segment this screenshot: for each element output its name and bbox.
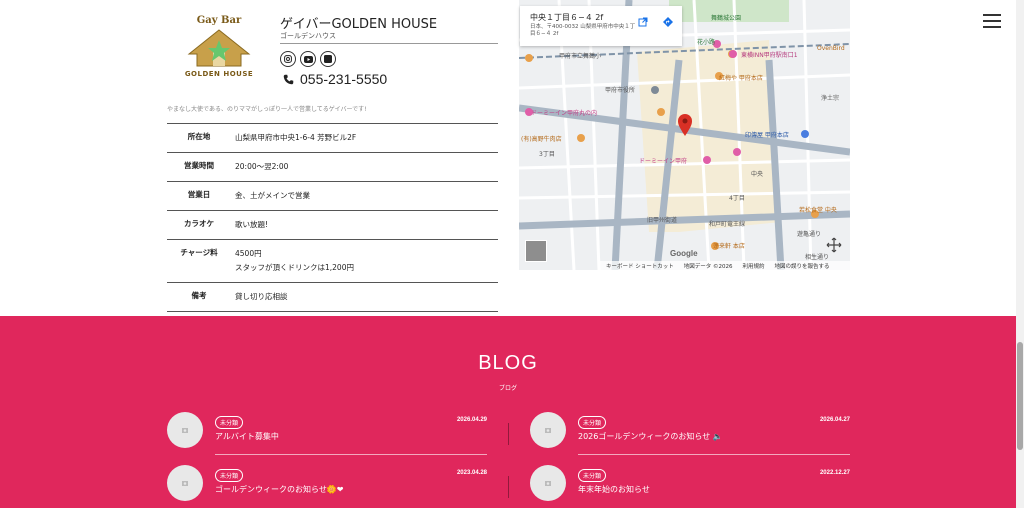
info-row-charge: チャージ料 4500円 スタッフが頂くドリンクは1,200円	[167, 240, 498, 283]
fullscreen-icon[interactable]	[826, 237, 842, 253]
post-thumbnail	[530, 465, 566, 501]
logo-text-bottom: GOLDEN HOUSE	[185, 70, 253, 78]
page: Gay Bar GOLDEN HOUSE ゲイバーGOLDEN HOUSE ゴー…	[0, 0, 1024, 508]
map-label: 3丁目	[539, 151, 555, 158]
map-label: OvenBird	[817, 45, 845, 52]
open-external-icon[interactable]	[636, 15, 650, 29]
divider	[280, 43, 498, 44]
info-row-karaoke: カラオケ 歌い放題!	[167, 211, 498, 240]
info-value: 貸し切り応相談	[235, 292, 288, 301]
blog-title: BLOG	[478, 352, 538, 374]
map-label: 和戸町竜王線	[709, 220, 745, 228]
phone[interactable]: 055-231-5550	[283, 71, 387, 87]
info-label: 所在地	[187, 132, 211, 141]
scrollbar-thumb[interactable]	[1017, 342, 1023, 450]
map-label: 花小路	[697, 38, 715, 46]
info-row-address: 所在地 山梨県甲府市中央1-6-4 芳野ビル2F	[167, 124, 498, 153]
info-value: 4500円 スタッフが頂くドリンクは1,200円	[235, 249, 354, 272]
info-row-days: 営業日 金、土がメインで営業	[167, 182, 498, 211]
phone-number[interactable]: 055-231-5550	[300, 71, 387, 87]
info-label: 営業日	[187, 190, 211, 199]
post-category[interactable]: 未分類	[578, 469, 607, 482]
shop-kana: ゴールデンハウス	[280, 32, 336, 40]
post-date: 2023.04.28	[456, 470, 487, 476]
logo-text-top: Gay Bar	[197, 15, 242, 26]
post-thumbnail	[167, 412, 203, 448]
page-scrollbar[interactable]	[1016, 0, 1024, 508]
map-label: 相生通り	[805, 253, 829, 261]
map-place-card: 中央１丁目６−４ 2f 日本、〒400-0032 山梨県甲府市中央１丁目６−４ …	[520, 6, 682, 46]
info-row-notes: 備考 貸し切り応相談	[167, 283, 498, 312]
info-label: チャージ料	[180, 248, 218, 257]
map-keyboard-shortcuts[interactable]: キーボード ショートカット	[606, 262, 674, 270]
post-category[interactable]: 未分類	[215, 469, 244, 482]
map-report-link[interactable]: 地図の誤りを報告する	[775, 262, 830, 270]
post-date: 2026.04.29	[456, 417, 487, 423]
sns-links	[280, 51, 336, 67]
info-row-hours: 営業時間 20:00〜翌2:00	[167, 153, 498, 182]
blog-subtitle: ブログ	[498, 385, 517, 392]
blog-post[interactable]: 未分類 2022.12.27 年末年始のお知らせ	[530, 465, 850, 508]
divider	[508, 476, 509, 498]
street-view-thumbnail[interactable]	[525, 240, 547, 262]
blog-post[interactable]: 未分類 2023.04.28 ゴールデンウィークのお知らせ🌼❤	[167, 465, 487, 508]
post-thumbnail	[530, 412, 566, 448]
info-label: カラオケ	[184, 219, 214, 228]
shop-tagline: やまなし大使である、のりママがしっぽり一人で営業してるゲイバーです!	[167, 106, 367, 113]
map-label: ドーミーイン甲府丸の内	[531, 109, 597, 117]
map-label: 蓬来軒 本店	[713, 242, 745, 250]
map-label: 4丁目	[729, 195, 745, 202]
info-value: 山梨県甲府市中央1-6-4 芳野ビル2F	[235, 133, 357, 142]
map-label: 舞鶴城公園	[711, 14, 741, 22]
map-label: 旧甲州街道	[647, 216, 677, 224]
blog-post[interactable]: 未分類 2026.04.27 2026ゴールデンウィークのお知らせ 🔈	[530, 412, 850, 458]
post-category[interactable]: 未分類	[215, 416, 244, 429]
map-label: 紅梅や 甲府本店	[719, 74, 763, 82]
post-date: 2026.04.27	[819, 417, 850, 423]
info-table: 所在地 山梨県甲府市中央1-6-4 芳野ビル2F 営業時間 20:00〜翌2:0…	[167, 123, 498, 312]
map-data-credit: 地図データ ©2026	[683, 263, 733, 270]
map-label: ドーミーイン甲府	[639, 157, 687, 165]
menu-icon[interactable]	[983, 14, 1001, 28]
info-label: 営業時間	[184, 161, 214, 170]
blog-section: BLOG ブログ 未分類 2026.04.29 アルバイト募集中 未分類 202…	[0, 316, 1016, 508]
shop-logo: Gay Bar GOLDEN HOUSE	[183, 12, 255, 88]
map-label: (有)高野牛肉店	[521, 135, 562, 143]
map-label: 印傳屋 甲府本店	[745, 131, 789, 139]
post-title[interactable]: 2026ゴールデンウィークのお知らせ 🔈	[578, 431, 723, 442]
map-label: 中央	[751, 170, 763, 178]
info-value: 20:00〜翌2:00	[235, 162, 289, 171]
divider	[578, 454, 850, 455]
map-place-title: 中央１丁目６−４ 2f	[530, 13, 604, 22]
shop-name: ゲイバーGOLDEN HOUSE	[280, 17, 438, 32]
map-label: 甲府市立舞鶴小	[559, 52, 601, 60]
map-label: 遊亀通り	[797, 230, 821, 238]
instagram-icon[interactable]	[280, 51, 296, 67]
post-title[interactable]: 年末年始のお知らせ	[578, 484, 650, 495]
x-icon[interactable]	[320, 51, 336, 67]
post-title[interactable]: ゴールデンウィークのお知らせ🌼❤	[215, 484, 344, 495]
post-title[interactable]: アルバイト募集中	[215, 431, 279, 442]
divider	[508, 423, 509, 445]
google-logo: Google	[670, 249, 698, 258]
map-label: 若松食堂 中央	[799, 206, 837, 214]
blog-post[interactable]: 未分類 2026.04.29 アルバイト募集中	[167, 412, 487, 458]
phone-icon	[283, 74, 294, 84]
info-value: 歌い放題!	[235, 220, 269, 229]
youtube-icon[interactable]	[300, 51, 316, 67]
divider	[215, 454, 487, 455]
map-place-address: 日本、〒400-0032 山梨県甲府市中央１丁目６−４ 2f	[530, 24, 636, 37]
map-footer: キーボード ショートカット 地図データ ©2026 利用規約 地図の誤りを報告す…	[600, 261, 850, 270]
directions-icon[interactable]	[661, 15, 675, 29]
map-label: 東横INN甲府駅南口1	[741, 51, 798, 59]
map-label: 甲府市役所	[605, 86, 635, 94]
info-label: 備考	[191, 291, 207, 300]
post-thumbnail	[167, 465, 203, 501]
info-value: 金、土がメインで営業	[235, 191, 310, 200]
post-category[interactable]: 未分類	[578, 416, 607, 429]
map-terms-link[interactable]: 利用規約	[743, 262, 765, 270]
post-date: 2022.12.27	[819, 470, 850, 476]
map-label: 浄土宗	[821, 94, 839, 102]
